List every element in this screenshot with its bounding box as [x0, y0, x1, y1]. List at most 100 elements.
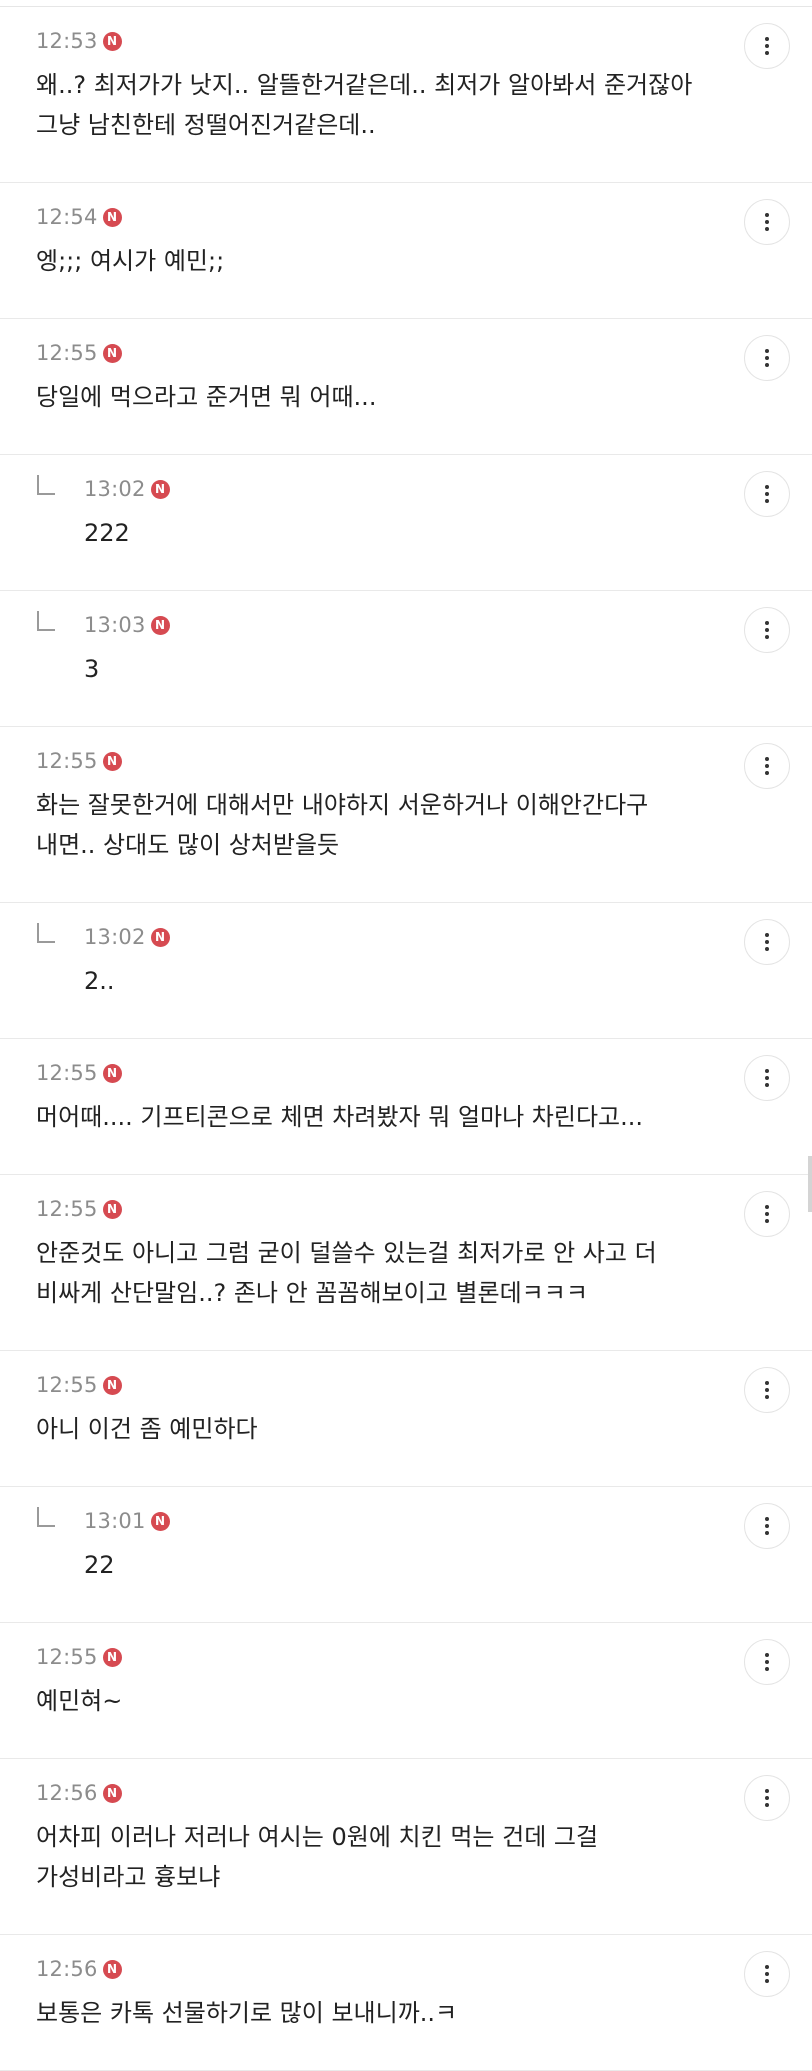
comment: 12:55 N 아니 이건 좀 예민하다: [0, 1351, 812, 1487]
more-dots-icon: [765, 213, 769, 217]
comment-time: 12:55: [36, 1061, 98, 1085]
comment-text: 22: [84, 1551, 115, 1579]
comment-meta: 12:55 N: [36, 341, 122, 365]
new-badge-icon: N: [150, 1511, 170, 1531]
more-options-button[interactable]: [744, 335, 790, 381]
more-dots-icon: [765, 621, 769, 625]
new-badge-icon: N: [102, 207, 122, 227]
more-options-button[interactable]: [744, 1191, 790, 1237]
comment-time: 12:53: [36, 29, 98, 53]
comment: 12:55 N 당일에 먹으라고 준거면 뭐 어때...: [0, 319, 812, 455]
new-badge-icon: N: [102, 1783, 122, 1803]
more-dots-icon: [765, 1083, 769, 1087]
more-dots-icon: [765, 220, 769, 224]
more-dots-icon: [765, 1219, 769, 1223]
comment: 12:56 N 어차피 이러나 저러나 여시는 0원에 치킨 먹는 건데 그걸 가성…: [0, 1759, 812, 1935]
more-dots-icon: [765, 37, 769, 41]
comment: 12:55 N 예민혀~: [0, 1623, 812, 1759]
comment-time: 12:55: [36, 341, 98, 365]
comment-time: 12:55: [36, 1645, 98, 1669]
comment-time: 13:03: [84, 613, 146, 637]
more-options-button[interactable]: [744, 1775, 790, 1821]
reply-arrow-icon: [37, 611, 55, 631]
comment-meta: 12:55 N: [36, 1061, 122, 1085]
more-dots-icon: [765, 1796, 769, 1800]
comment-text: 어차피 이러나 저러나 여시는 0원에 치킨 먹는 건데 그걸 가성비라고 흉보…: [36, 1823, 599, 1891]
more-dots-icon: [765, 1979, 769, 1983]
comment-text: 보통은 카톡 선물하기로 많이 보내니까..ㅋ: [36, 1999, 458, 2027]
new-badge-icon: N: [102, 31, 122, 51]
comment-meta: 13:02 N: [84, 477, 170, 501]
more-dots-icon: [765, 492, 769, 496]
comment-text: 222: [84, 519, 130, 547]
new-badge-icon: N: [150, 479, 170, 499]
more-dots-icon: [765, 1517, 769, 1521]
more-dots-icon: [765, 1395, 769, 1399]
more-dots-icon: [765, 628, 769, 632]
more-dots-icon: [765, 933, 769, 937]
more-dots-icon: [765, 227, 769, 231]
comment: 12:53 N 왜..? 최저가가 낫지.. 알뜰한거같은데.. 최저가 알아봐서 …: [0, 7, 812, 183]
new-badge-icon: N: [150, 615, 170, 635]
comment: 12:55 N 안준것도 아니고 그럼 굳이 덜쓸수 있는걸 최저가로 안 사고 더…: [0, 1175, 812, 1351]
new-badge-icon: N: [102, 343, 122, 363]
top-divider: [0, 0, 812, 7]
more-dots-icon: [765, 1069, 769, 1073]
more-dots-icon: [765, 764, 769, 768]
reply-comment: 13:01 N 22: [0, 1487, 812, 1623]
more-dots-icon: [765, 1212, 769, 1216]
more-dots-icon: [765, 771, 769, 775]
comment-meta: 12:56 N: [36, 1957, 122, 1981]
comment: 12:55 N 화는 잘못한거에 대해서만 내야하지 서운하거나 이해안간다구 내면…: [0, 727, 812, 903]
comment-time: 12:55: [36, 1197, 98, 1221]
more-dots-icon: [765, 51, 769, 55]
reply-arrow-icon: [37, 475, 55, 495]
more-dots-icon: [765, 1531, 769, 1535]
more-dots-icon: [765, 499, 769, 503]
more-dots-icon: [765, 1653, 769, 1657]
more-dots-icon: [765, 349, 769, 353]
comment-text: 왜..? 최저가가 낫지.. 알뜰한거같은데.. 최저가 알아봐서 준거잖아 그…: [36, 71, 693, 139]
reply-arrow-icon: [37, 923, 55, 943]
comment-text: 화는 잘못한거에 대해서만 내야하지 서운하거나 이해안간다구 내면.. 상대도…: [36, 791, 649, 859]
more-options-button[interactable]: [744, 1367, 790, 1413]
comment-meta: 13:02 N: [84, 925, 170, 949]
comment-time: 12:56: [36, 1781, 98, 1805]
more-options-button[interactable]: [744, 607, 790, 653]
more-options-button[interactable]: [744, 471, 790, 517]
new-badge-icon: N: [150, 927, 170, 947]
more-dots-icon: [765, 356, 769, 360]
more-options-button[interactable]: [744, 743, 790, 789]
comment-time: 12:55: [36, 749, 98, 773]
more-options-button[interactable]: [744, 23, 790, 69]
more-dots-icon: [765, 1381, 769, 1385]
more-dots-icon: [765, 1667, 769, 1671]
more-dots-icon: [765, 1972, 769, 1976]
more-dots-icon: [765, 1388, 769, 1392]
more-dots-icon: [765, 635, 769, 639]
comment-time: 12:56: [36, 1957, 98, 1981]
comment-meta: 12:55 N: [36, 749, 122, 773]
more-dots-icon: [765, 485, 769, 489]
more-options-button[interactable]: [744, 919, 790, 965]
new-badge-icon: N: [102, 1647, 122, 1667]
comment-text: 2..: [84, 967, 115, 995]
comment-meta: 12:55 N: [36, 1373, 122, 1397]
more-options-button[interactable]: [744, 1503, 790, 1549]
more-options-button[interactable]: [744, 1639, 790, 1685]
comment-text: 아니 이건 좀 예민하다: [36, 1415, 258, 1443]
more-dots-icon: [765, 947, 769, 951]
new-badge-icon: N: [102, 1199, 122, 1219]
comment-meta: 12:53 N: [36, 29, 122, 53]
comment-meta: 13:01 N: [84, 1509, 170, 1533]
more-dots-icon: [765, 1524, 769, 1528]
more-options-button[interactable]: [744, 1951, 790, 1997]
more-dots-icon: [765, 757, 769, 761]
scroll-indicator[interactable]: [808, 1156, 812, 1212]
comment-text: 예민혀~: [36, 1687, 123, 1715]
comment-time: 12:54: [36, 205, 98, 229]
comment-text: 3: [84, 655, 100, 683]
more-dots-icon: [765, 1660, 769, 1664]
more-options-button[interactable]: [744, 199, 790, 245]
more-options-button[interactable]: [744, 1055, 790, 1101]
